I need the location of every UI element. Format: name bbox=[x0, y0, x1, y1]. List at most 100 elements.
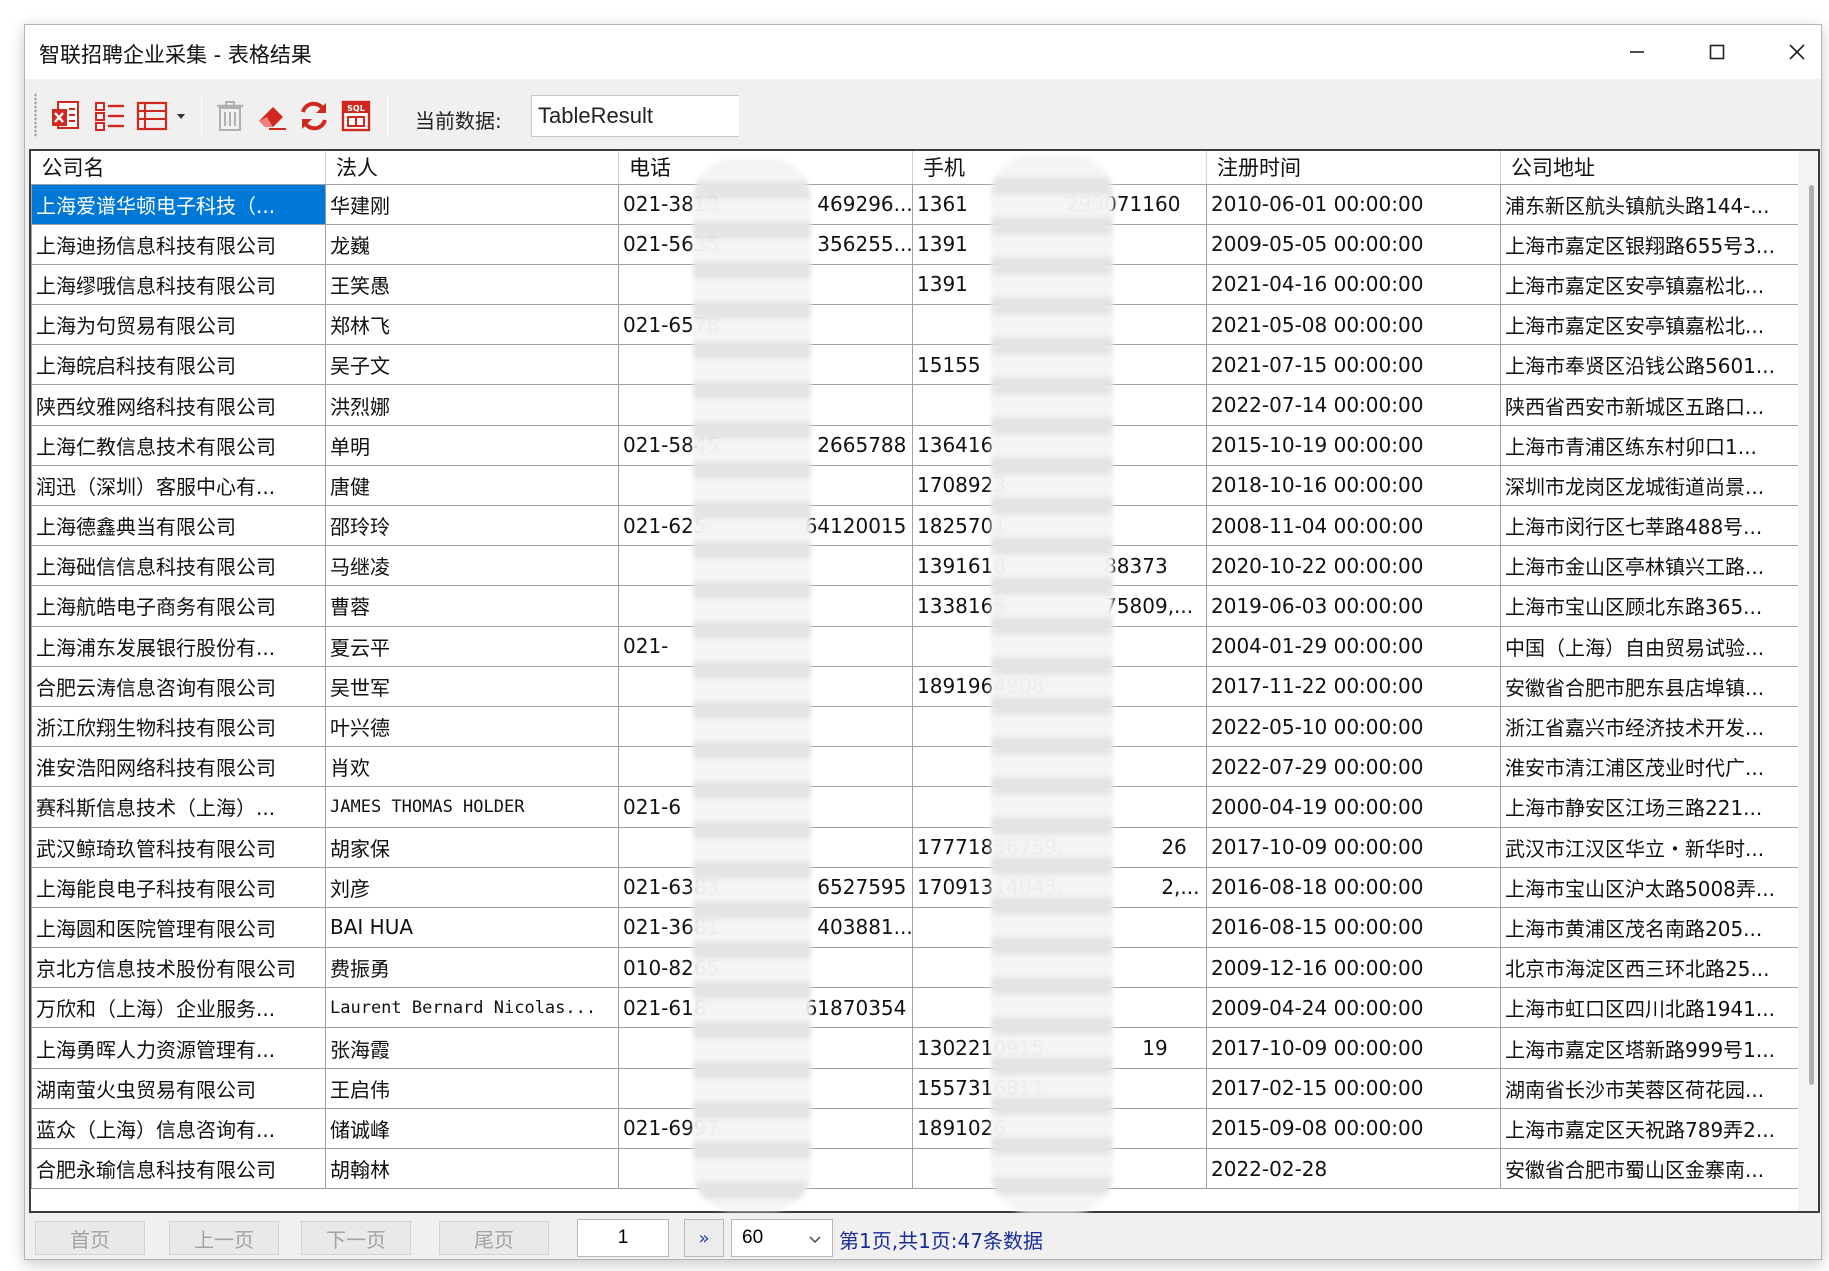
register-date-cell[interactable]: 2009-12-16 00:00:00 bbox=[1206, 947, 1501, 989]
mobile-cell[interactable] bbox=[912, 746, 1207, 788]
company-cell[interactable]: 上海德鑫典当有限公司 bbox=[31, 504, 326, 547]
company-cell[interactable]: 京北方信息技术股份有限公司 bbox=[31, 947, 326, 989]
phone-cell[interactable]: 021-5635 356255... bbox=[618, 223, 913, 265]
address-cell[interactable]: 中国（上海）自由贸易试验... bbox=[1500, 625, 1800, 667]
legal-person-cell[interactable]: 刘彦 bbox=[325, 866, 619, 908]
scrollbar-thumb[interactable] bbox=[1809, 185, 1814, 1085]
address-cell[interactable]: 上海市闵行区七莘路488号... bbox=[1500, 504, 1800, 547]
register-date-cell[interactable]: 2017-10-09 00:00:00 bbox=[1206, 826, 1501, 868]
column-header[interactable]: 注册时间 bbox=[1206, 151, 1501, 185]
address-cell[interactable]: 上海市嘉定区银翔路655号3... bbox=[1500, 223, 1800, 265]
register-date-cell[interactable]: 2022-02-28 bbox=[1206, 1147, 1501, 1190]
view-dropdown-button[interactable] bbox=[171, 97, 191, 135]
register-date-cell[interactable]: 2021-07-15 00:00:00 bbox=[1206, 344, 1501, 386]
address-cell[interactable]: 上海市宝山区顾北东路365... bbox=[1500, 585, 1800, 627]
mobile-cell[interactable] bbox=[912, 625, 1207, 667]
company-cell[interactable]: 上海础信信息科技有限公司 bbox=[31, 545, 326, 587]
phone-cell[interactable]: 021-6578 bbox=[618, 304, 913, 346]
phone-cell[interactable] bbox=[618, 263, 913, 306]
address-cell[interactable]: 安徽省合肥市肥东县店埠镇... bbox=[1500, 665, 1800, 707]
mobile-cell[interactable]: 1361 299071160 bbox=[912, 183, 1207, 225]
address-cell[interactable]: 陕西省西安市新城区五路口... bbox=[1500, 384, 1800, 426]
company-cell[interactable]: 陕西纹雅网络科技有限公司 bbox=[31, 384, 326, 426]
company-cell[interactable]: 浙江欣翔生物科技有限公司 bbox=[31, 705, 326, 748]
address-cell[interactable]: 上海市嘉定区安亭镇嘉松北... bbox=[1500, 263, 1800, 306]
page-number-input[interactable]: 1 bbox=[577, 1219, 669, 1257]
register-date-cell[interactable]: 2010-06-01 00:00:00 bbox=[1206, 183, 1501, 225]
page-size-select[interactable]: 60 bbox=[731, 1219, 833, 1257]
address-cell[interactable]: 上海市青浦区练东村卯口1... bbox=[1500, 424, 1800, 466]
company-cell[interactable]: 合肥云涛信息咨询有限公司 bbox=[31, 665, 326, 707]
table-row[interactable]: 合肥云涛信息咨询有限公司 吴世军 1891964908 2017-11-22 00:0… bbox=[31, 665, 1800, 707]
register-date-cell[interactable]: 2021-05-08 00:00:00 bbox=[1206, 304, 1501, 346]
table-row[interactable]: 淮安浩阳网络科技有限公司 肖欢 2022-07-29 00:00:00 淮安市清江浦区… bbox=[31, 746, 1800, 788]
company-cell[interactable]: 湖南萤火虫贸易有限公司 bbox=[31, 1067, 326, 1109]
phone-cell[interactable]: 021-3681 403881... bbox=[618, 906, 913, 949]
legal-person-cell[interactable]: 邵玲玲 bbox=[325, 504, 619, 547]
address-cell[interactable]: 浦东新区航头镇航头路144-... bbox=[1500, 183, 1800, 225]
column-header[interactable]: 法人 bbox=[325, 151, 619, 185]
phone-cell[interactable] bbox=[618, 344, 913, 386]
phone-cell[interactable] bbox=[618, 545, 913, 587]
company-cell[interactable]: 上海浦东发展银行股份有... bbox=[31, 625, 326, 667]
register-date-cell[interactable]: 2022-05-10 00:00:00 bbox=[1206, 705, 1501, 748]
table-row[interactable]: 上海皖启科技有限公司 吴子文 15155 2021-07-15 00:00:00 上海市… bbox=[31, 344, 1800, 386]
legal-person-cell[interactable]: 叶兴德 bbox=[325, 705, 619, 748]
legal-person-cell[interactable]: 吴子文 bbox=[325, 344, 619, 386]
table-row[interactable]: 上海能良电子科技有限公司 刘彦 021-6383 6527595 17091314043… bbox=[31, 866, 1800, 908]
mobile-cell[interactable]: 17771856759, 26 bbox=[912, 826, 1207, 868]
legal-person-cell[interactable]: 单明 bbox=[325, 424, 619, 466]
mobile-cell[interactable] bbox=[912, 906, 1207, 949]
table-row[interactable]: 上海航皓电子商务有限公司 曹蓉 1338165 75809,... 2019-06-03… bbox=[31, 585, 1800, 627]
company-cell[interactable]: 万欣和（上海）企业服务... bbox=[31, 987, 326, 1029]
mobile-cell[interactable]: 1891964908 bbox=[912, 665, 1207, 707]
address-cell[interactable]: 湖南省长沙市芙蓉区荷花园... bbox=[1500, 1067, 1800, 1109]
table-row[interactable]: 上海浦东发展银行股份有... 夏云平 021- 2004-01-29 00:00:00… bbox=[31, 625, 1800, 667]
company-cell[interactable]: 淮安浩阳网络科技有限公司 bbox=[31, 746, 326, 788]
register-date-cell[interactable]: 2017-02-15 00:00:00 bbox=[1206, 1067, 1501, 1109]
legal-person-cell[interactable]: 洪烈娜 bbox=[325, 384, 619, 426]
legal-person-cell[interactable]: 夏云平 bbox=[325, 625, 619, 667]
prev-page-button[interactable]: 上一页 bbox=[169, 1221, 279, 1255]
results-table[interactable]: 公司名 法人 电话 手机 注册时间 公司地址 上海爱谱华顿电子科技（... 华建刚 021-3… bbox=[29, 149, 1820, 1213]
legal-person-cell[interactable]: 龙巍 bbox=[325, 223, 619, 265]
company-cell[interactable]: 武汉鲸琦玖管科技有限公司 bbox=[31, 826, 326, 868]
table-row[interactable]: 上海德鑫典当有限公司 邵玲玲 021-625 64120015 1825701 2008-… bbox=[31, 504, 1800, 547]
address-cell[interactable]: 安徽省合肥市蜀山区金寨南... bbox=[1500, 1147, 1800, 1190]
phone-cell[interactable] bbox=[618, 1147, 913, 1190]
address-cell[interactable]: 上海市嘉定区塔新路999号1... bbox=[1500, 1027, 1800, 1069]
phone-cell[interactable] bbox=[618, 1027, 913, 1069]
company-cell[interactable]: 上海为句贸易有限公司 bbox=[31, 304, 326, 346]
phone-cell[interactable] bbox=[618, 746, 913, 788]
legal-person-cell[interactable]: 肖欢 bbox=[325, 746, 619, 788]
phone-cell[interactable] bbox=[618, 705, 913, 748]
table-view-button[interactable] bbox=[133, 97, 171, 135]
address-cell[interactable]: 武汉市江汉区华立・新华时... bbox=[1500, 826, 1800, 868]
legal-person-cell[interactable]: 储诚峰 bbox=[325, 1107, 619, 1150]
mobile-cell[interactable]: 136416 bbox=[912, 424, 1207, 466]
table-row[interactable]: 上海为句贸易有限公司 郑林飞 021-6578 2021-05-08 00:00:00… bbox=[31, 304, 1800, 346]
mobile-cell[interactable] bbox=[912, 786, 1207, 828]
company-cell[interactable]: 赛科斯信息技术（上海）... bbox=[31, 786, 326, 828]
column-header[interactable]: 公司地址 bbox=[1500, 151, 1800, 185]
mobile-cell[interactable]: 1338165 75809,... bbox=[912, 585, 1207, 627]
phone-cell[interactable] bbox=[618, 826, 913, 868]
address-cell[interactable]: 上海市奉贤区沿钱公路5601... bbox=[1500, 344, 1800, 386]
mobile-cell[interactable] bbox=[912, 705, 1207, 748]
legal-person-cell[interactable]: 马继凌 bbox=[325, 545, 619, 587]
legal-person-cell[interactable]: 郑林飞 bbox=[325, 304, 619, 346]
table-row[interactable]: 上海迪扬信息科技有限公司 龙巍 021-5635 356255... 1391 2009-… bbox=[31, 223, 1800, 265]
legal-person-cell[interactable]: 胡翰林 bbox=[325, 1147, 619, 1190]
register-date-cell[interactable]: 2016-08-18 00:00:00 bbox=[1206, 866, 1501, 908]
register-date-cell[interactable]: 2016-08-15 00:00:00 bbox=[1206, 906, 1501, 949]
phone-cell[interactable]: 021-6 bbox=[618, 786, 913, 828]
address-cell[interactable]: 上海市宝山区沪太路5008弄... bbox=[1500, 866, 1800, 908]
title-bar[interactable]: 智联招聘企业采集 - 表格结果 bbox=[25, 25, 1821, 79]
register-date-cell[interactable]: 2022-07-29 00:00:00 bbox=[1206, 746, 1501, 788]
phone-cell[interactable]: 010-8265 bbox=[618, 947, 913, 989]
register-date-cell[interactable]: 2019-06-03 00:00:00 bbox=[1206, 585, 1501, 627]
company-cell[interactable]: 上海皖启科技有限公司 bbox=[31, 344, 326, 386]
register-date-cell[interactable]: 2020-10-22 00:00:00 bbox=[1206, 545, 1501, 587]
mobile-cell[interactable]: 1391 bbox=[912, 223, 1207, 265]
list-view-button[interactable] bbox=[91, 97, 129, 135]
